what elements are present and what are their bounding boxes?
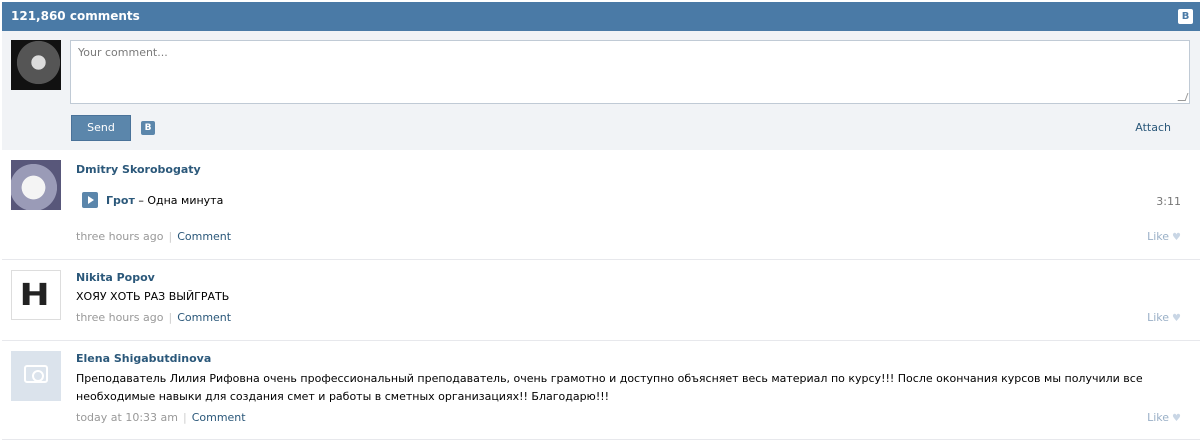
- meta-divider: |: [168, 230, 173, 243]
- comment-item: H Nikita Popov ХОЯУ ХОТЬ РАЗ ВЫЙГРАТЬ th…: [2, 260, 1200, 341]
- comment-compose-box: Your comment... Send B Attach: [2, 31, 1200, 150]
- meta-divider: |: [168, 311, 173, 324]
- like-label: Like: [1147, 311, 1170, 324]
- commenter-avatar[interactable]: H: [11, 270, 61, 320]
- comment-author[interactable]: Nikita Popov: [76, 271, 155, 284]
- audio-song-title: Одна минута: [147, 194, 224, 207]
- comment-text: Преподаватель Лилия Рифовна очень профес…: [76, 370, 1143, 406]
- reply-link[interactable]: Comment: [177, 230, 231, 243]
- comment-text-line: Преподаватель Лилия Рифовна очень профес…: [76, 372, 1143, 385]
- play-icon[interactable]: [82, 192, 98, 208]
- heart-icon: ♥: [1172, 313, 1181, 324]
- camera-icon: [24, 365, 48, 383]
- meta-divider: |: [182, 411, 187, 424]
- comment-time[interactable]: three hours ago: [76, 311, 163, 324]
- comments-count-title: 121,860 comments: [11, 9, 140, 23]
- like-label: Like: [1147, 411, 1170, 424]
- comment-time[interactable]: today at 10:33 am: [76, 411, 178, 424]
- vk-share-icon[interactable]: B: [141, 121, 155, 135]
- comment-meta: today at 10:33 am | Comment: [76, 411, 246, 424]
- default-avatar[interactable]: [11, 351, 61, 401]
- send-button[interactable]: Send: [71, 115, 131, 141]
- comment-item: Elena Shigabutdinova Преподаватель Лилия…: [2, 341, 1200, 440]
- comments-header: 121,860 comments B: [2, 2, 1200, 31]
- comment-author[interactable]: Dmitry Skorobogaty: [76, 163, 201, 176]
- like-label: Like: [1147, 230, 1170, 243]
- comment-time[interactable]: three hours ago: [76, 230, 163, 243]
- heart-icon: ♥: [1172, 232, 1181, 243]
- heart-icon: ♥: [1172, 413, 1181, 424]
- comment-input[interactable]: Your comment...: [70, 40, 1190, 104]
- vk-logo-icon[interactable]: B: [1178, 9, 1193, 24]
- like-button[interactable]: Like ♥: [1147, 411, 1181, 424]
- audio-duration: 3:11: [1156, 195, 1181, 208]
- audio-separator: –: [134, 194, 148, 207]
- resize-grip-icon[interactable]: [1177, 93, 1189, 101]
- comment-placeholder: Your comment...: [78, 46, 168, 59]
- avatar-logo-letter: H: [19, 278, 50, 313]
- current-user-avatar: [11, 40, 61, 90]
- like-button[interactable]: Like ♥: [1147, 311, 1181, 324]
- audio-artist[interactable]: Грот: [106, 194, 135, 207]
- comment-text: ХОЯУ ХОТЬ РАЗ ВЫЙГРАТЬ: [76, 290, 230, 303]
- like-button[interactable]: Like ♥: [1147, 230, 1181, 243]
- attach-link[interactable]: Attach: [1135, 121, 1171, 134]
- commenter-avatar[interactable]: [11, 160, 61, 210]
- comment-text-line: необходимые навыки для создания смет и р…: [76, 390, 610, 403]
- comment-meta: three hours ago | Comment: [76, 311, 231, 324]
- comment-meta: three hours ago | Comment: [76, 230, 231, 243]
- comment-item: Dmitry Skorobogaty Грот – Одна минута 3:…: [2, 150, 1200, 260]
- reply-link[interactable]: Comment: [192, 411, 246, 424]
- comment-author[interactable]: Elena Shigabutdinova: [76, 352, 211, 365]
- audio-track[interactable]: Грот – Одна минута: [106, 194, 223, 207]
- reply-link[interactable]: Comment: [177, 311, 231, 324]
